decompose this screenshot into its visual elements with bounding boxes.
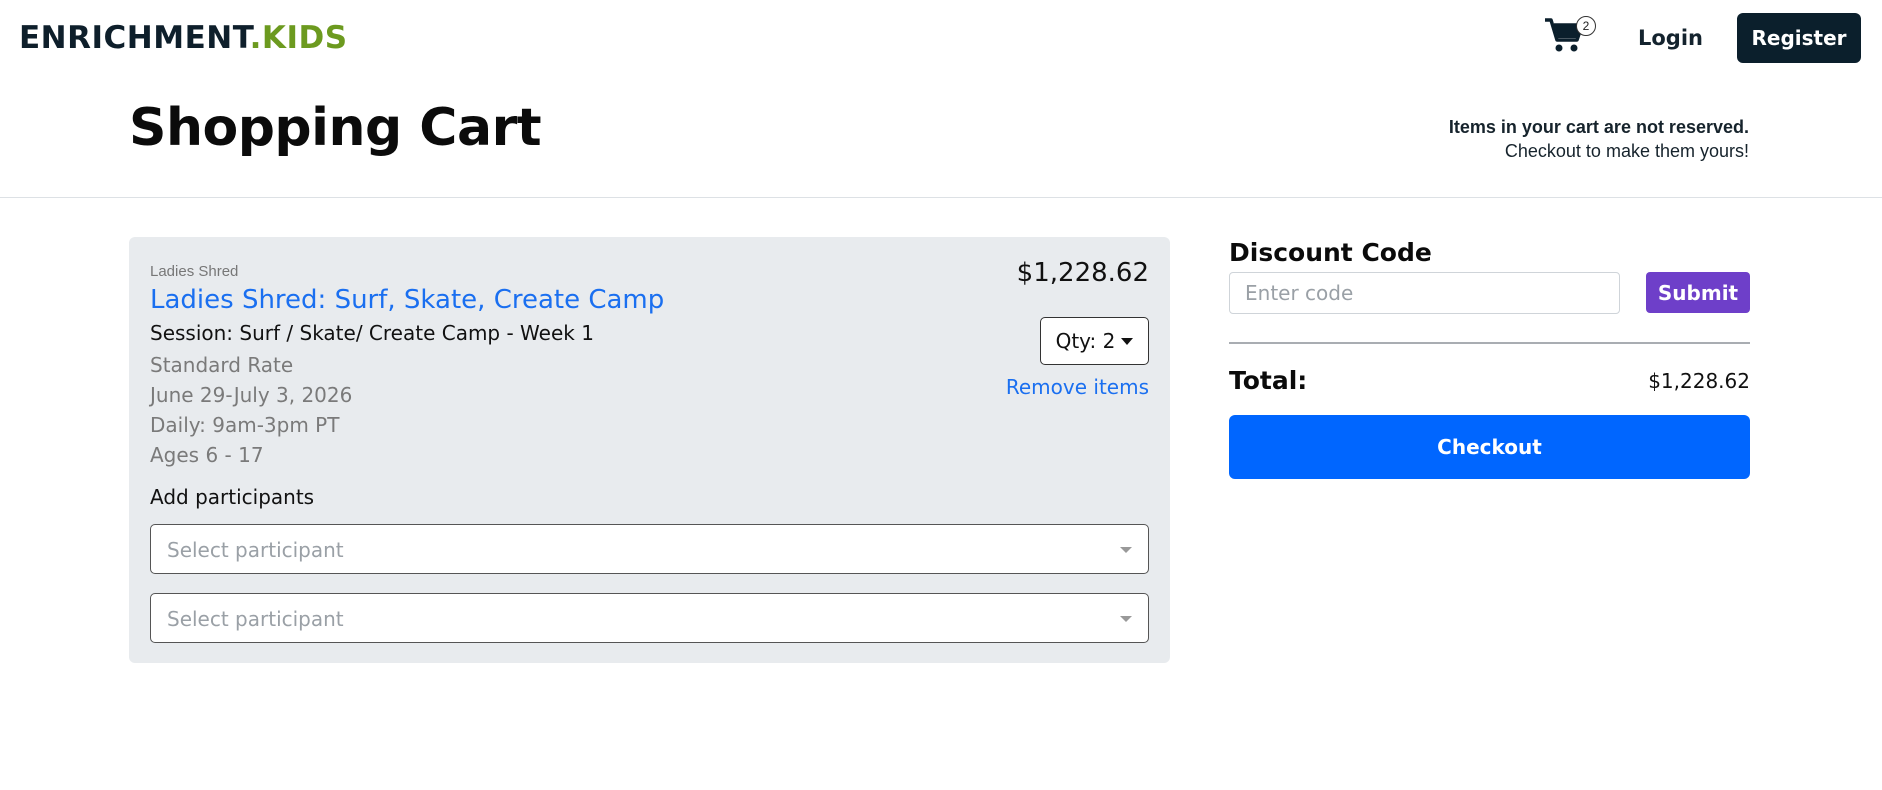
brand-dot: . <box>249 20 262 56</box>
cart-item-card: Ladies Shred Ladies Shred: Surf, Skate, … <box>129 237 1170 663</box>
item-dates: June 29-July 3, 2026 <box>150 383 353 407</box>
caret-down-icon <box>1121 337 1134 345</box>
discount-code-heading: Discount Code <box>1229 238 1432 267</box>
participant-select-1[interactable]: Select participant <box>150 524 1149 574</box>
item-session: Session: Surf / Skate/ Create Camp - Wee… <box>150 321 594 345</box>
page-title: Shopping Cart <box>129 98 542 158</box>
cart-reservation-notice: Items in your cart are not reserved. Che… <box>1449 115 1749 163</box>
total-label: Total: <box>1229 366 1308 395</box>
discount-code-input[interactable] <box>1229 272 1620 314</box>
top-navbar: ENRICHMENT.KIDS 2 Login Register <box>0 0 1882 76</box>
discount-submit-button[interactable]: Submit <box>1646 272 1750 313</box>
quantity-dropdown[interactable]: Qty: 2 <box>1040 317 1149 365</box>
item-rate: Standard Rate <box>150 353 294 377</box>
item-vendor: Ladies Shred <box>150 263 239 280</box>
dropdown-arrow-icon <box>1120 547 1132 553</box>
summary-divider <box>1229 342 1750 344</box>
item-title-link[interactable]: Ladies Shred: Surf, Skate, Create Camp <box>150 285 664 315</box>
cart-button[interactable]: 2 <box>1544 16 1596 58</box>
remove-items-link[interactable]: Remove items <box>1006 375 1149 399</box>
dropdown-arrow-icon <box>1120 616 1132 622</box>
header-divider <box>0 197 1882 198</box>
notice-line-1: Items in your cart are not reserved. <box>1448 117 1749 137</box>
participant-select-placeholder: Select participant <box>167 607 344 631</box>
notice-line-2: Checkout to make them yours! <box>1504 141 1749 161</box>
participant-select-placeholder: Select participant <box>167 538 344 562</box>
add-participants-label: Add participants <box>150 485 315 509</box>
item-ages: Ages 6 - 17 <box>150 443 264 467</box>
quantity-label: Qty: 2 <box>1055 329 1116 353</box>
brand-name-part2: KIDS <box>261 20 348 56</box>
register-button[interactable]: Register <box>1737 13 1861 63</box>
total-value: $1,228.62 <box>1648 369 1750 393</box>
cart-count-badge: 2 <box>1576 16 1596 36</box>
login-link[interactable]: Login <box>1638 26 1703 50</box>
brand-logo[interactable]: ENRICHMENT.KIDS <box>19 20 348 56</box>
item-price: $1,228.62 <box>1016 258 1149 288</box>
brand-name-part1: ENRICHMENT <box>19 20 250 56</box>
participant-select-2[interactable]: Select participant <box>150 593 1149 643</box>
item-daily-hours: Daily: 9am-3pm PT <box>150 413 340 437</box>
checkout-button[interactable]: Checkout <box>1229 415 1750 479</box>
